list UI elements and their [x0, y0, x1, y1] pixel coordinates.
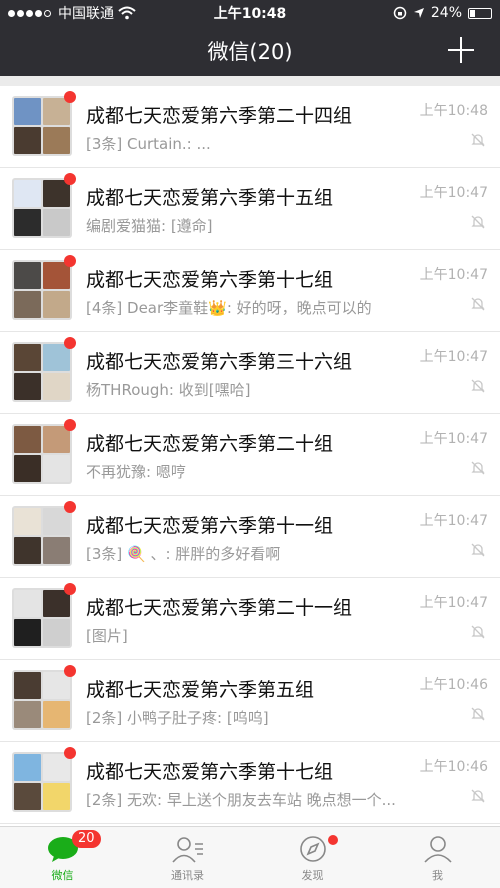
- tab-label: 微信: [51, 869, 74, 882]
- chat-preview: 杨THRough: 收到[嘿哈]: [86, 381, 251, 399]
- mute-bell-icon: [471, 297, 485, 311]
- chat-time: 上午10:47: [419, 349, 488, 365]
- add-button[interactable]: [448, 37, 474, 63]
- status-left: 中国联通: [8, 3, 393, 23]
- chat-name: 成都七天恋爱第六季第十五组: [86, 187, 334, 209]
- mute-bell-icon: [471, 379, 485, 393]
- tab-label: 我: [432, 869, 443, 882]
- chat-name: 成都七天恋爱第六季第五组: [86, 679, 315, 701]
- unread-dot: [64, 255, 76, 267]
- chat-preview: [图片]: [86, 627, 128, 645]
- compass-icon: [299, 836, 326, 862]
- unread-count-badge: 20: [72, 830, 101, 848]
- chat-name: 成都七天恋爱第六季第三十六组: [86, 351, 353, 373]
- mute-bell-icon: [471, 543, 485, 557]
- unread-dot: [64, 337, 76, 349]
- chat-row[interactable]: 成都七天恋爱第六季第十七组 [2条] 无欢: 早上送个朋友去车站 晚点想一个..…: [0, 742, 500, 824]
- unread-dot: [64, 583, 76, 595]
- chat-time: 上午10:48: [419, 103, 488, 119]
- chat-time: 上午10:47: [419, 513, 488, 529]
- discover-dot: [328, 835, 338, 845]
- tab-label: 发现: [301, 869, 324, 882]
- chat-row[interactable]: 成都七天恋爱第六季第十一组 [3条] 🍭 、: 胖胖的多好看啊 上午10:47: [0, 496, 500, 578]
- contacts-icon: [171, 837, 203, 863]
- group-avatar: [12, 752, 72, 812]
- rotation-lock-icon: [393, 6, 407, 20]
- chat-preview: 编剧爱猫猫: [遵命]: [86, 217, 213, 235]
- battery-icon: [468, 7, 492, 19]
- nav-bar: 微信(20): [0, 26, 500, 76]
- chat-name: 成都七天恋爱第六季第二十组: [86, 433, 334, 455]
- unread-dot: [64, 665, 76, 677]
- tab-me[interactable]: 我: [375, 827, 500, 888]
- chat-time: 上午10:47: [419, 595, 488, 611]
- tab-bar: 20 微信 通讯录 发现 我: [0, 826, 500, 888]
- chat-name: 成都七天恋爱第六季第二十四组: [86, 105, 353, 127]
- location-arrow-icon: [413, 8, 424, 18]
- battery-percent: 24%: [430, 5, 462, 21]
- unread-dot: [64, 747, 76, 759]
- chat-name: 成都七天恋爱第六季第二十一组: [86, 597, 353, 619]
- mute-bell-icon: [471, 133, 485, 147]
- wifi-icon: [118, 6, 136, 20]
- chat-preview: [2条] 无欢: 早上送个朋友去车站 晚点想一个...: [86, 791, 396, 809]
- unread-dot: [64, 419, 76, 431]
- chat-row[interactable]: 成都七天恋爱第六季第十七组 [4条] Dear李童鞋👑: 好的呀，晚点可以的 上…: [0, 250, 500, 332]
- chat-name: 成都七天恋爱第六季第十一组: [86, 515, 334, 537]
- unread-dot: [64, 91, 76, 103]
- tab-label: 通讯录: [171, 869, 204, 882]
- mute-bell-icon: [471, 707, 485, 721]
- chat-time: 上午10:47: [419, 431, 488, 447]
- chat-time: 上午10:46: [419, 677, 488, 693]
- chat-time: 上午10:47: [419, 267, 488, 283]
- group-avatar: [12, 96, 72, 156]
- chat-preview: 不再犹豫: 嗯哼: [86, 463, 186, 481]
- chat-name: 成都七天恋爱第六季第十七组: [86, 761, 334, 783]
- status-right: 24%: [393, 5, 492, 21]
- chat-row[interactable]: 成都七天恋爱第六季第二十四组 [3条] Curtain.: ... 上午10:4…: [0, 86, 500, 168]
- chat-preview: [3条] 🍭 、: 胖胖的多好看啊: [86, 545, 281, 563]
- chat-row[interactable]: 成都七天恋爱第六季第十五组 编剧爱猫猫: [遵命] 上午10:47: [0, 168, 500, 250]
- chat-row[interactable]: 成都七天恋爱第六季第三十六组 杨THRough: 收到[嘿哈] 上午10:47: [0, 332, 500, 414]
- person-icon: [423, 836, 452, 863]
- group-avatar: [12, 506, 72, 566]
- status-bar: 中国联通 上午10:48 24%: [0, 0, 500, 26]
- group-avatar: [12, 670, 72, 730]
- chat-preview: [4条] Dear李童鞋👑: 好的呀，晚点可以的: [86, 299, 372, 317]
- chat-row[interactable]: 成都七天恋爱第六季第五组 [2条] 小鸭子肚子疼: [呜呜] 上午10:46: [0, 660, 500, 742]
- group-avatar: [12, 588, 72, 648]
- page-title: 微信(20): [207, 40, 293, 64]
- tab-contacts[interactable]: 通讯录: [125, 827, 250, 888]
- carrier-label: 中国联通: [58, 6, 114, 22]
- chat-row[interactable]: 成都七天恋爱第六季第二十一组 [图片] 上午10:47: [0, 578, 500, 660]
- group-avatar: [12, 178, 72, 238]
- chat-row[interactable]: 成都七天恋爱第六季第二十组 不再犹豫: 嗯哼 上午10:47: [0, 414, 500, 496]
- unread-dot: [64, 501, 76, 513]
- group-avatar: [12, 424, 72, 484]
- chat-list[interactable]: 成都七天恋爱第六季第二十四组 [3条] Curtain.: ... 上午10:4…: [0, 86, 500, 826]
- chat-time: 上午10:47: [419, 185, 488, 201]
- chat-time: 上午10:46: [419, 759, 488, 775]
- mute-bell-icon: [471, 789, 485, 803]
- unread-dot: [64, 173, 76, 185]
- chat-name: 成都七天恋爱第六季第十七组: [86, 269, 334, 291]
- tab-chats[interactable]: 20 微信: [0, 827, 125, 888]
- mute-bell-icon: [471, 215, 485, 229]
- tab-discover[interactable]: 发现: [250, 827, 375, 888]
- chat-preview: [2条] 小鸭子肚子疼: [呜呜]: [86, 709, 269, 727]
- signal-strength-icon: [8, 9, 51, 17]
- group-avatar: [12, 260, 72, 320]
- chat-preview: [3条] Curtain.: ...: [86, 135, 211, 153]
- mute-bell-icon: [471, 461, 485, 475]
- mute-bell-icon: [471, 625, 485, 639]
- group-avatar: [12, 342, 72, 402]
